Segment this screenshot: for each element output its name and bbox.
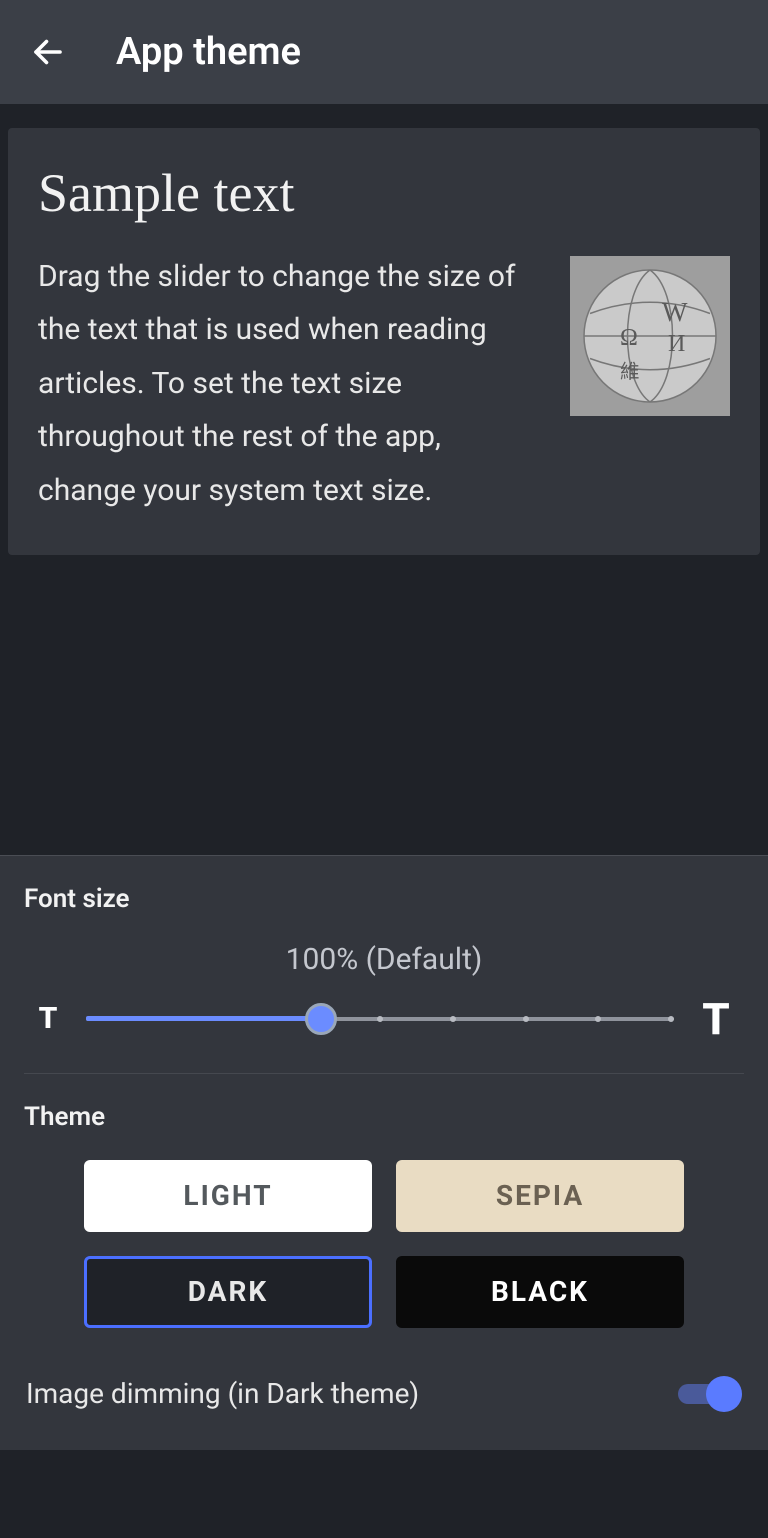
- slider-thumb[interactable]: [305, 1003, 337, 1035]
- page-title: App theme: [116, 30, 301, 74]
- sample-preview-card: Sample text Drag the slider to change th…: [8, 128, 760, 555]
- theme-options: LIGHT SEPIA DARK BLACK: [24, 1160, 744, 1328]
- svg-text:維: 維: [620, 361, 640, 383]
- preview-body-row: Drag the slider to change the size of th…: [38, 250, 730, 517]
- svg-text:И: И: [668, 331, 685, 357]
- spacer: [0, 555, 768, 855]
- theme-label: Theme: [24, 1102, 744, 1132]
- font-size-slider[interactable]: [86, 999, 674, 1039]
- text-size-min-icon: T: [32, 1001, 64, 1036]
- image-dimming-row: Image dimming (in Dark theme): [24, 1374, 744, 1414]
- back-button[interactable]: [24, 28, 72, 76]
- svg-text:Ω: Ω: [620, 325, 638, 351]
- font-size-label: Font size: [24, 884, 744, 914]
- preview-body-text: Drag the slider to change the size of th…: [38, 250, 546, 517]
- preview-title: Sample text: [38, 162, 730, 224]
- font-size-value: 100% (Default): [24, 942, 744, 977]
- preview-image: W Ω И 維: [570, 256, 730, 416]
- svg-text:W: W: [662, 297, 688, 327]
- app-header: App theme: [0, 0, 768, 104]
- wikipedia-globe-icon: W Ω И 維: [575, 261, 725, 411]
- font-size-slider-row: T T: [24, 993, 744, 1045]
- slider-track-fill: [86, 1016, 321, 1021]
- theme-option-black[interactable]: BLACK: [396, 1256, 684, 1328]
- divider: [24, 1073, 744, 1074]
- theme-option-dark[interactable]: DARK: [84, 1256, 372, 1328]
- image-dimming-toggle[interactable]: [678, 1374, 742, 1414]
- toggle-thumb: [706, 1376, 742, 1412]
- theme-option-sepia[interactable]: SEPIA: [396, 1160, 684, 1232]
- theme-option-light[interactable]: LIGHT: [84, 1160, 372, 1232]
- image-dimming-label: Image dimming (in Dark theme): [26, 1377, 419, 1410]
- text-size-max-icon: T: [696, 993, 736, 1045]
- arrow-left-icon: [30, 34, 66, 70]
- settings-panel: Font size 100% (Default) T T Theme LIGHT…: [0, 856, 768, 1450]
